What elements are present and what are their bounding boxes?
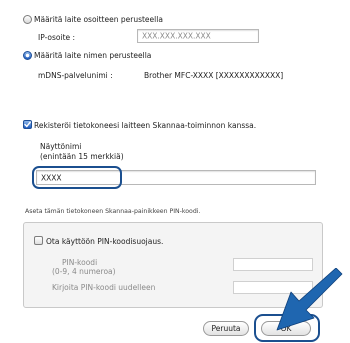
display-name-label: Näyttönimi: [40, 142, 82, 151]
pin-confirm-label: Kirjoita PIN-koodi uudelleen: [52, 283, 156, 292]
checkmark-icon: [24, 121, 31, 128]
pointer-arrow-icon: [276, 268, 343, 331]
pin-enable-checkbox[interactable]: [34, 236, 43, 245]
by-name-radio[interactable]: [23, 51, 32, 60]
mdns-service-value: Brother MFC-XXXX [XXXXXXXXXXXX]: [144, 71, 284, 80]
pin-section-caption: Aseta tämän tietokoneen Skannaa-painikke…: [25, 208, 201, 215]
ip-address-label: IP-osoite :: [38, 33, 76, 42]
ip-address-placeholder: XXX.XXX.XXX.XXX: [142, 31, 211, 41]
pin-code-label: PIN-koodi: [62, 258, 98, 267]
ip-address-field[interactable]: XXX.XXX.XXX.XXX: [137, 29, 259, 43]
by-address-label: Määritä laite osoitteen perusteella: [34, 15, 163, 24]
register-label: Rekisteröi tietokoneesi laitteen Skannaa…: [34, 121, 257, 130]
cancel-button[interactable]: Peruuta: [203, 321, 249, 336]
by-name-label: Määritä laite nimen perusteella: [34, 51, 152, 60]
pin-enable-label: Ota käyttöön PIN-koodisuojaus.: [46, 237, 164, 246]
display-name-highlight: [32, 166, 122, 189]
register-checkbox[interactable]: [23, 120, 32, 129]
by-address-radio[interactable]: [23, 15, 32, 24]
mdns-service-label: mDNS-palvelunimi :: [38, 71, 113, 80]
display-name-hint: (enintään 15 merkkiä): [40, 152, 124, 161]
pin-code-hint: (0-9, 4 numeroa): [52, 267, 116, 276]
